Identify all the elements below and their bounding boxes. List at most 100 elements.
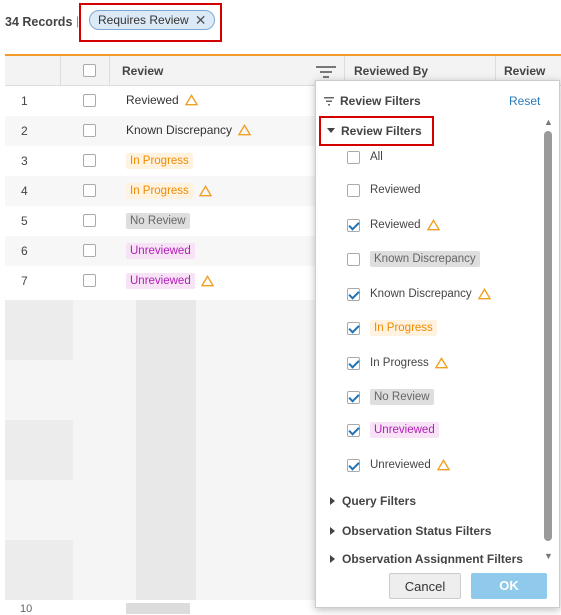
warning-icon xyxy=(200,275,214,287)
filter-checkbox[interactable] xyxy=(347,252,360,266)
toolbar: 34 Records | Requires Review ✕ xyxy=(0,0,561,44)
caret-right-icon xyxy=(330,555,335,563)
filter-checkbox[interactable] xyxy=(347,287,360,301)
table-row[interactable]: 3 In Progress xyxy=(5,146,315,176)
row-number: 3 xyxy=(21,154,28,168)
column-header-review[interactable]: Review xyxy=(122,56,163,86)
row-number: 7 xyxy=(21,274,28,288)
column-divider xyxy=(109,56,110,86)
row-number: 6 xyxy=(21,244,28,258)
review-status-badge: In Progress xyxy=(126,183,193,199)
filter-checkbox[interactable] xyxy=(347,321,360,335)
filter-option-label: Reviewed xyxy=(370,184,421,196)
filter-option-label: Reviewed xyxy=(370,219,421,231)
filter-option[interactable]: Unreviewed xyxy=(347,420,439,440)
review-filters-panel: Review Filters Reset Review Filters All … xyxy=(315,80,560,608)
scroll-down-arrow-icon[interactable]: ▼ xyxy=(544,551,553,561)
warning-icon xyxy=(434,357,448,369)
warning-icon xyxy=(238,124,252,136)
obscured-cell xyxy=(136,300,196,600)
filter-option[interactable]: In Progress xyxy=(347,318,437,338)
filter-option[interactable]: Unreviewed xyxy=(347,455,450,475)
obscured-cell xyxy=(5,540,73,600)
scrollbar-thumb[interactable] xyxy=(544,131,552,541)
filter-option[interactable]: Known Discrepancy xyxy=(347,249,480,269)
row-checkbox[interactable] xyxy=(83,274,96,287)
select-all-checkbox[interactable] xyxy=(83,64,96,77)
filter-option[interactable]: Reviewed xyxy=(347,180,421,200)
section-header-query-filters[interactable]: Query Filters xyxy=(330,494,416,508)
obscured-cell xyxy=(126,603,190,614)
panel-title: Review Filters xyxy=(324,94,421,108)
row-number: 1 xyxy=(21,94,28,108)
table-row[interactable]: 2 Known Discrepancy xyxy=(5,116,315,146)
filter-icon[interactable] xyxy=(315,64,337,80)
review-status: Known Discrepancy xyxy=(126,123,233,137)
row-checkbox[interactable] xyxy=(83,124,96,137)
section-header-label: Query Filters xyxy=(342,494,417,508)
filter-option-label: No Review xyxy=(370,389,434,405)
caret-down-icon xyxy=(327,128,335,133)
filter-option-label: In Progress xyxy=(370,357,429,369)
row-number: 5 xyxy=(21,214,28,228)
warning-icon xyxy=(184,94,198,106)
filter-checkbox[interactable] xyxy=(347,150,360,164)
row-checkbox[interactable] xyxy=(83,184,96,197)
active-filter-chip-label: Requires Review xyxy=(98,13,189,27)
warning-icon xyxy=(477,288,491,300)
filter-option[interactable]: In Progress xyxy=(347,353,448,373)
caret-right-icon xyxy=(330,527,335,535)
review-status-badge: No Review xyxy=(126,213,190,229)
filter-option[interactable]: No Review xyxy=(347,387,434,407)
section-header-observation-status-filters[interactable]: Observation Status Filters xyxy=(330,524,491,538)
row-checkbox[interactable] xyxy=(83,214,96,227)
warning-icon xyxy=(436,459,450,471)
filter-option[interactable]: Reviewed xyxy=(347,215,440,235)
table-row[interactable]: 6 Unreviewed xyxy=(5,236,315,266)
row-number: 10 xyxy=(20,603,33,615)
active-filter-chip[interactable]: Requires Review ✕ xyxy=(89,10,216,30)
filter-option-label: Unreviewed xyxy=(370,422,439,438)
table-row[interactable]: 1 Reviewed xyxy=(5,86,315,116)
reset-link[interactable]: Reset xyxy=(509,94,540,108)
filter-option[interactable]: All xyxy=(347,147,383,167)
section-header-observation-assignment-filters[interactable]: Observation Assignment Filters xyxy=(330,554,523,564)
filter-checkbox[interactable] xyxy=(347,218,360,232)
cancel-button[interactable]: Cancel xyxy=(389,573,461,599)
row-number: 2 xyxy=(21,124,28,138)
filter-option-label: All xyxy=(370,151,383,163)
warning-icon xyxy=(198,185,212,197)
obscured-cell xyxy=(5,420,73,480)
filter-checkbox[interactable] xyxy=(347,458,360,472)
table-row[interactable]: 7 Unreviewed xyxy=(5,266,315,296)
filter-icon xyxy=(324,96,334,105)
review-status-badge: Unreviewed xyxy=(126,243,195,259)
caret-right-icon xyxy=(330,497,335,505)
filter-checkbox[interactable] xyxy=(347,423,360,437)
section-header-label: Observation Assignment Filters xyxy=(342,554,523,564)
record-count: 34 Records xyxy=(5,15,73,29)
filter-option-label: Known Discrepancy xyxy=(370,251,480,267)
warning-icon xyxy=(426,219,440,231)
row-checkbox[interactable] xyxy=(83,154,96,167)
row-checkbox[interactable] xyxy=(83,244,96,257)
row-checkbox[interactable] xyxy=(83,94,96,107)
review-status: Reviewed xyxy=(126,93,179,107)
row-number: 4 xyxy=(21,184,28,198)
scroll-up-arrow-icon[interactable]: ▲ xyxy=(544,117,553,127)
review-status-badge: In Progress xyxy=(126,153,193,169)
filter-option-label: Unreviewed xyxy=(370,459,431,471)
filter-checkbox[interactable] xyxy=(347,183,360,197)
ok-button[interactable]: OK xyxy=(471,573,547,599)
filter-checkbox[interactable] xyxy=(347,390,360,404)
section-header-label: Observation Status Filters xyxy=(342,524,492,538)
table-row[interactable]: 5 No Review xyxy=(5,206,315,236)
section-header-review-filters[interactable]: Review Filters xyxy=(327,124,422,138)
obscured-cell xyxy=(5,300,73,360)
remove-filter-icon[interactable]: ✕ xyxy=(195,12,207,29)
filter-checkbox[interactable] xyxy=(347,356,360,370)
filter-option[interactable]: Known Discrepancy xyxy=(347,284,491,304)
filter-option-label: Known Discrepancy xyxy=(370,288,472,300)
table-row[interactable]: 4 In Progress xyxy=(5,176,315,206)
review-status-badge: Unreviewed xyxy=(126,273,195,289)
